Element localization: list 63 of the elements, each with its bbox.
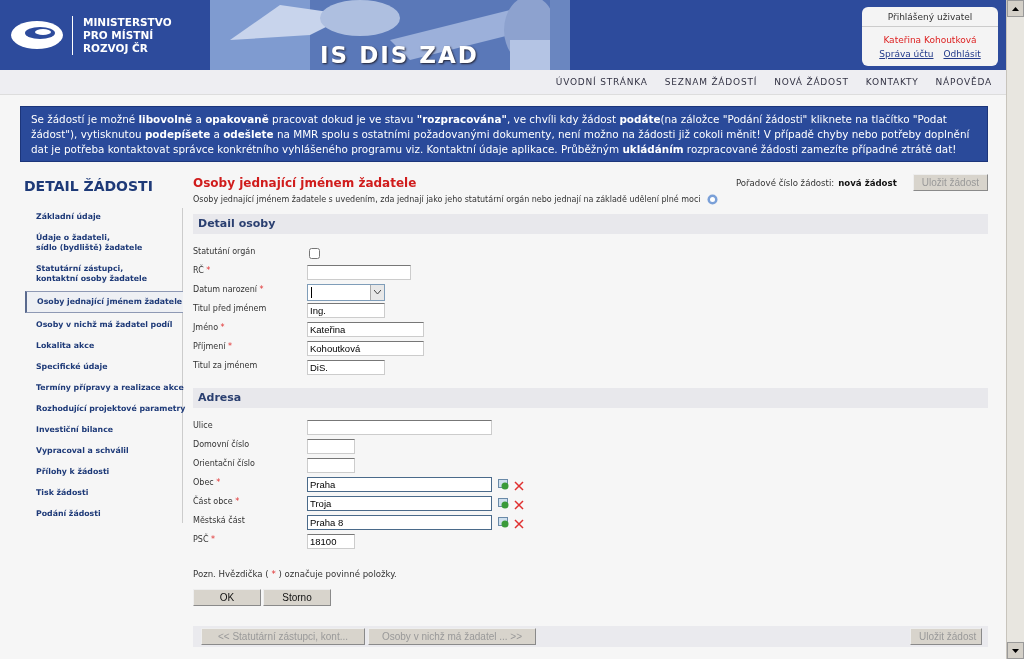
input-field[interactable]: 18100 xyxy=(307,534,355,549)
page-title: Osoby jednající jménem žadatele xyxy=(193,175,417,190)
delete-icon[interactable] xyxy=(513,518,524,529)
order-value: nová žádost xyxy=(838,177,897,188)
input-field[interactable]: Ing. xyxy=(307,303,385,318)
input-field[interactable]: Troja xyxy=(307,496,492,511)
scroll-down-button[interactable] xyxy=(1007,642,1024,659)
lookup-icon[interactable] xyxy=(498,479,509,490)
input-field[interactable]: Kateřina xyxy=(307,322,424,337)
field-label: Městská část xyxy=(193,515,246,525)
section-header: Detail osoby xyxy=(193,214,988,234)
input-field[interactable]: Praha 8 xyxy=(307,515,492,530)
required-note: Pozn. Hvězdička ( * ) označuje povinné položky. xyxy=(193,569,398,579)
section-header: Adresa xyxy=(193,388,988,408)
user-label: Přihlášený uživatel xyxy=(862,7,998,27)
field-label: Ulice xyxy=(193,420,214,430)
field-label: PSČ * xyxy=(193,534,217,544)
field-label: Část obce * xyxy=(193,496,241,506)
field-label: Statutání orgán xyxy=(193,246,257,256)
caret-icon xyxy=(374,290,381,295)
form-button[interactable]: OK xyxy=(193,589,261,606)
organization-name: MINISTERSTVO PRO MÍSTNÍ ROZVOJ ČR xyxy=(72,15,172,55)
nav-link[interactable]: SEZNAM ŽÁDOSTÍ xyxy=(664,77,758,87)
field-label: Titul před jménem xyxy=(193,303,268,313)
field-label: RČ * xyxy=(193,265,212,275)
notice-text: Se žádostí je možné libovolně a opakovaně pracovat dokud je ve stavu "rozpracována", ve chvíli kdy žádost podáte(na záložce "Podání žádosti" kliknete na tlačítko "Podat žádost"), vytisknutou podepíšete a odešlete na MMR spolu s ostatními požadovanými dokumenty, není možno na žádosti již cokoli měnit! V případě chyby nebo potřeby doplnění dat je potřeba kontaktovat správce konkrétního vyhlášeného programu viz. Kontaktní údaje aplikace. Průběžným ukládáním rozpracované žádosti zamezíte případné ztrátě dat! xyxy=(20,106,988,162)
help-icon[interactable] xyxy=(706,194,718,205)
date-field[interactable] xyxy=(307,284,385,301)
account-link[interactable]: Odhlásit xyxy=(943,49,981,59)
sidebar-title: DETAIL ŽÁDOSTI xyxy=(23,178,154,194)
field-label: Jméno * xyxy=(193,322,226,332)
nav-link[interactable]: ÚVODNÍ STRÁNKA xyxy=(555,77,648,87)
input-field[interactable] xyxy=(307,458,355,473)
nav-link[interactable]: NÁPOVĚDA xyxy=(935,77,992,87)
input-field[interactable] xyxy=(307,265,411,280)
down-arrow-icon xyxy=(1012,648,1019,653)
field-label: Domovní číslo xyxy=(193,439,251,449)
form-button[interactable]: Storno xyxy=(263,589,331,606)
user-name: Kateřina Kohoutková xyxy=(883,35,977,45)
field-label: Obec * xyxy=(193,477,222,487)
lookup-icon[interactable] xyxy=(498,517,509,528)
up-arrow-icon xyxy=(1012,6,1019,11)
nav-link[interactable]: KONTAKTY xyxy=(865,77,919,87)
field-label: Datum narození * xyxy=(193,284,265,294)
field-label: Orientační číslo xyxy=(193,458,256,468)
nav-link[interactable]: NOVÁ ŽÁDOST xyxy=(774,77,849,87)
account-link[interactable]: Správa účtu xyxy=(879,49,934,59)
delete-icon[interactable] xyxy=(513,499,524,510)
logo-icon xyxy=(10,19,64,51)
field-label: Titul za jménem xyxy=(193,360,259,370)
input-field[interactable]: DiS. xyxy=(307,360,385,375)
page-subtitle: Osoby jednající jménem žadatele s uvedením, zda jednají jako jeho statutární orgán nebo jednají na základě udělení plné moci xyxy=(193,195,701,204)
field-label: Příjmení * xyxy=(193,341,233,351)
statutory-checkbox[interactable] xyxy=(309,248,320,259)
input-field[interactable] xyxy=(307,420,492,435)
order-label: Pořadové číslo žádosti: xyxy=(735,177,835,188)
scroll-up-button[interactable] xyxy=(1007,0,1024,17)
input-field[interactable] xyxy=(307,439,355,454)
input-field[interactable]: Praha xyxy=(307,477,492,492)
input-field[interactable]: Kohoutková xyxy=(307,341,424,356)
delete-icon[interactable] xyxy=(513,480,524,491)
app-title: IS DIS ZAD xyxy=(320,42,479,68)
lookup-icon[interactable] xyxy=(498,498,509,509)
